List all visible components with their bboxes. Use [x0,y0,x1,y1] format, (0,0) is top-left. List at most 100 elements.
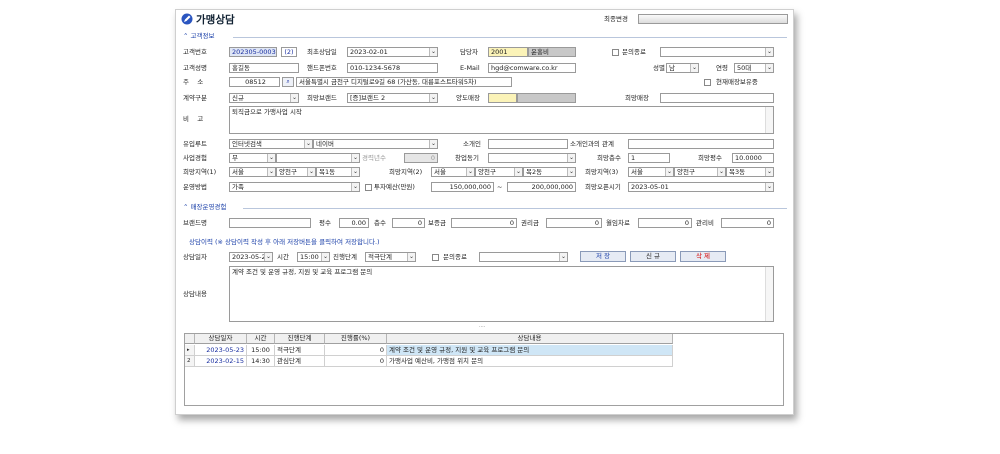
time-select[interactable]: 15:00 ⌄ [297,252,330,262]
biz-exp-select[interactable]: 무 ⌄ [229,153,276,163]
budget-from-field[interactable]: 150,000,000 [431,182,494,192]
chevron-down-icon[interactable]: ⌄ [304,140,312,148]
chevron-down-icon[interactable]: ⌄ [559,253,567,261]
brand-name-field[interactable] [229,218,311,228]
chevron-down-icon[interactable]: ⌄ [765,48,773,56]
budget-to-field[interactable]: 200,000,000 [507,182,576,192]
chevron-down-icon[interactable]: ⌄ [765,183,773,191]
table-cell-time[interactable]: 14:30 [247,356,275,367]
region2-gu-select[interactable]: 양천구 ⌄ [475,167,523,177]
hope-store-field[interactable] [660,93,774,103]
table-cell-stage[interactable]: 관심단계 [275,356,325,367]
customer-name-field[interactable]: 홍길동 [229,63,299,73]
table-cell-stage[interactable]: 적극단계 [275,345,325,356]
note-textarea[interactable]: 퇴직금으로 가맹사업 시작 [229,106,774,134]
chevron-down-icon[interactable]: ⌄ [717,168,725,176]
grid-header-time[interactable]: 시간 [247,334,275,344]
section-customer[interactable]: ⌃ 고객정보 [183,32,214,41]
deposit-field[interactable]: 0 [451,218,517,228]
manager-code-field[interactable]: 2001 [488,47,528,57]
transfer-store-code-field[interactable] [488,93,517,103]
region3-city-select[interactable]: 서울 ⌄ [628,167,674,177]
open-time-select[interactable]: 2023-05-01 ⌄ [628,182,774,192]
hope-brand-select[interactable]: [증]브랜드 2 ⌄ [347,93,438,103]
floors-field[interactable]: 0 [392,218,425,228]
startup-motive-select[interactable]: ⌄ [488,153,576,163]
contract-type-select[interactable]: 신규 ⌄ [229,93,299,103]
grid-header-progress[interactable]: 진행률(%) [325,334,387,344]
table-cell-progress[interactable]: 0 [325,356,387,367]
grid-header-stage[interactable]: 진행단계 [275,334,325,344]
chevron-down-icon[interactable]: ⌄ [567,168,575,176]
chevron-down-icon[interactable]: ⌄ [351,168,359,176]
splitter-handle[interactable]: .... [479,323,485,329]
region3-dong-select[interactable]: 목3동 ⌄ [726,167,774,177]
table-cell-content[interactable]: 계약 조건 및 운영 규정, 지원 및 교육 프로그램 문의 [387,345,673,356]
region3-gu-select[interactable]: 양천구 ⌄ [674,167,726,177]
table-cell-progress[interactable]: 0 [325,345,387,356]
consult-end-select[interactable]: ⌄ [479,252,568,262]
inquiry-end-select[interactable]: ⌄ [660,47,774,57]
chevron-down-icon[interactable]: ⌄ [429,140,437,148]
monthly-rent-field[interactable]: 0 [638,218,692,228]
stage-select[interactable]: 적극단계 ⌄ [365,252,416,262]
chevron-down-icon[interactable]: ⌄ [690,64,698,72]
consult-end-checkbox[interactable] [432,254,439,261]
delete-button[interactable]: 삭 제 [680,251,726,262]
chevron-down-icon[interactable]: ⌄ [765,168,773,176]
premium-field[interactable]: 0 [546,218,602,228]
region1-gu-select[interactable]: 양천구 ⌄ [276,167,316,177]
chevron-down-icon[interactable]: ⌄ [290,94,298,102]
consult-content-textarea[interactable]: 계약 조건 및 운영 규정, 지원 및 교육 프로그램 문의 [229,266,774,322]
region1-dong-select[interactable]: 목1동 ⌄ [316,167,360,177]
hope-floors-field[interactable]: 1 [628,153,670,163]
op-method-select[interactable]: 가족 ⌄ [229,182,360,192]
chevron-down-icon[interactable]: ⌄ [514,168,522,176]
mgmt-fee-field[interactable]: 0 [721,218,774,228]
table-cell-content[interactable]: 가맹사업 예산비, 가맹점 위치 문의 [387,356,673,367]
address-field[interactable]: 서울특별시 금천구 디지털로9길 68 (가산동, 대륭포스트타워5차) [296,77,512,87]
chevron-down-icon[interactable]: ⌄ [567,154,575,162]
chevron-down-icon[interactable]: ⌄ [429,48,437,56]
grid-header-date[interactable]: 상담일자 [195,334,247,344]
save-button[interactable]: 저 장 [580,251,626,262]
current-store-checkbox[interactable] [704,79,711,86]
section-store-exp[interactable]: ⌃ 매장운영경험 [183,203,226,212]
inflow-sub-select[interactable]: 네이버 ⌄ [313,139,438,149]
email-field[interactable]: hgd@comware.co.kr [488,63,576,73]
chevron-down-icon[interactable]: ⌄ [407,253,415,261]
relation-field[interactable] [628,139,774,149]
chevron-down-icon[interactable]: ⌄ [429,94,437,102]
consult-date-field[interactable]: 2023-05-23 ⌄ [229,252,273,262]
gender-select[interactable]: 남 ⌄ [666,63,699,73]
chevron-down-icon[interactable]: ⌄ [351,154,359,162]
inquiry-end-checkbox[interactable] [612,49,619,56]
consult-content-scrollbar[interactable] [765,267,773,321]
customer-no-field[interactable]: 202305-0003 [229,47,277,57]
chevron-down-icon[interactable]: ⌄ [665,168,673,176]
budget-checkbox[interactable] [365,184,372,191]
grid-header-content[interactable]: 상담내용 [387,334,673,344]
table-cell-time[interactable]: 15:00 [247,345,275,356]
chevron-down-icon[interactable]: ⌄ [351,183,359,191]
biz-exp-sub-select[interactable]: ⌄ [276,153,360,163]
region2-city-select[interactable]: 서울 ⌄ [431,167,475,177]
chevron-down-icon[interactable]: ⌄ [264,253,272,261]
hope-area-field[interactable]: 10.0000 [732,153,774,163]
address-search-icon[interactable]: ⌕ [282,77,294,87]
chevron-down-icon[interactable]: ⌄ [466,168,474,176]
new-button[interactable]: 신 규 [630,251,676,262]
zip-field[interactable]: 08512 [229,77,280,87]
table-cell-date[interactable]: 2023-05-23 [195,345,247,356]
chevron-down-icon[interactable]: ⌄ [267,168,275,176]
table-cell-date[interactable]: 2023-02-15 [195,356,247,367]
chevron-down-icon[interactable]: ⌄ [321,253,329,261]
introducer-field[interactable] [488,139,568,149]
inflow-select[interactable]: 인터넷검색 ⌄ [229,139,313,149]
age-select[interactable]: 50대 ⌄ [734,63,774,73]
region1-city-select[interactable]: 서울 ⌄ [229,167,276,177]
chevron-down-icon[interactable]: ⌄ [765,64,773,72]
chevron-down-icon[interactable]: ⌄ [307,168,315,176]
area-field[interactable]: 0.00 [339,218,369,228]
note-scrollbar[interactable] [765,107,773,133]
